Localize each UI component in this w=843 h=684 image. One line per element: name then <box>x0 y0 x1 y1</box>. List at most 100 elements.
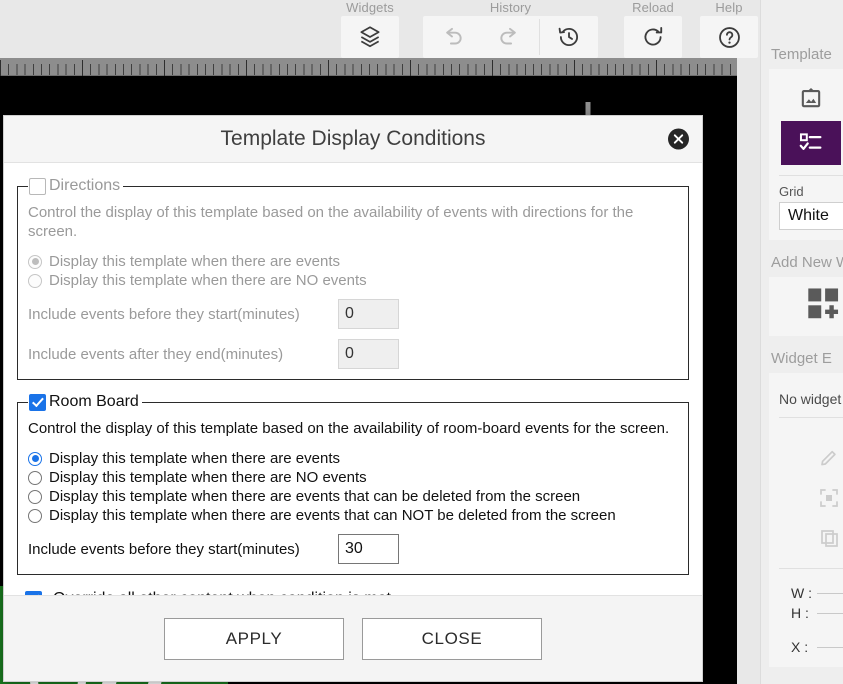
directions-radio-events-label: Display this template when there are eve… <box>49 253 340 270</box>
widget-section-title: Widget E <box>771 350 832 367</box>
apply-button[interactable]: APPLY <box>164 617 344 660</box>
toolbar-group-help-box <box>700 16 758 58</box>
reload-icon <box>644 26 663 46</box>
add-new-widget-title: Add New W <box>771 254 843 271</box>
widget-dimensions: W : H : X : <box>769 577 843 657</box>
room-board-radio-events-label: Display this template when there are eve… <box>49 450 340 467</box>
directions-after-input[interactable] <box>338 339 399 369</box>
dimension-row-x: X : <box>769 637 843 657</box>
dialog-title: Template Display Conditions <box>220 127 486 150</box>
room-board-before-field-row: Include events before they start(minutes… <box>28 534 678 564</box>
dimension-label-h: H : <box>791 605 809 621</box>
room-board-before-input[interactable] <box>338 534 399 564</box>
template-tile-checklist[interactable] <box>781 121 841 165</box>
dimension-row-w: W : <box>769 583 843 603</box>
directions-after-field-row: Include events after they end(minutes) <box>28 339 678 369</box>
undo-icon <box>446 27 462 45</box>
room-board-radio-not-deletable-control[interactable] <box>28 508 42 523</box>
room-board-radio-deletable-control[interactable] <box>28 489 42 504</box>
override-row: Override all other content when conditio… <box>17 588 689 595</box>
template-section-title: Template <box>771 46 832 63</box>
group-icon <box>820 489 838 507</box>
dialog-header: Template Display Conditions <box>4 116 702 163</box>
toolbar-group-reload: Reload <box>624 0 682 58</box>
directions-before-input[interactable] <box>338 299 399 329</box>
directions-after-label: Include events after they end(minutes) <box>28 345 284 363</box>
directions-radio-no-events-control[interactable] <box>28 273 42 288</box>
help-button[interactable] <box>700 16 758 58</box>
image-frame-icon <box>801 88 821 108</box>
template-card: Grid White <box>769 69 843 240</box>
template-card-divider <box>779 175 843 176</box>
toolbar-group-help: Help <box>700 0 758 58</box>
dimension-gap <box>769 623 843 637</box>
dimension-label-x: X : <box>791 639 809 655</box>
dimension-row-h: H : <box>769 603 843 623</box>
room-board-radio-no-events-label: Display this template when there are NO … <box>49 469 367 486</box>
widgets-button[interactable] <box>341 16 399 58</box>
dimension-label-w: W : <box>791 585 812 601</box>
directions-radio-events[interactable]: Display this template when there are eve… <box>28 253 678 270</box>
directions-radio-no-events[interactable]: Display this template when there are NO … <box>28 272 678 289</box>
room-board-legend: Room Board <box>28 393 142 411</box>
room-board-enable-checkbox[interactable] <box>29 393 46 411</box>
toolbar-group-history-caption: History <box>489 0 532 15</box>
room-board-radio-no-events[interactable]: Display this template when there are NO … <box>28 469 678 486</box>
pencil-icon <box>821 450 836 466</box>
checklist-icon <box>799 133 822 150</box>
toolbar-group-help-caption: Help <box>715 0 743 15</box>
room-board-radio-not-deletable[interactable]: Display this template when there are eve… <box>28 507 678 524</box>
redo-button[interactable] <box>481 16 539 58</box>
close-circle-icon <box>673 134 684 144</box>
dialog-footer: APPLY CLOSE <box>4 595 702 681</box>
history-clock-icon <box>558 27 579 47</box>
toolbar-group-reload-caption: Reload <box>632 0 674 15</box>
room-board-description: Control the display of this template bas… <box>28 420 670 437</box>
directions-before-label: Include events before they start(minutes… <box>28 305 300 323</box>
room-board-radio-events[interactable]: Display this template when there are eve… <box>28 450 678 467</box>
copy-icon <box>821 530 838 547</box>
room-board-section: Room Board Control the display of this t… <box>17 393 689 575</box>
room-board-radio-deletable[interactable]: Display this template when there are eve… <box>28 488 678 505</box>
room-board-radio-events-control[interactable] <box>28 451 42 466</box>
template-tile-image[interactable] <box>781 77 841 121</box>
toolbar-group-widgets: Widgets <box>341 0 399 58</box>
undo-button[interactable] <box>423 16 481 58</box>
grid-label: Grid <box>779 184 804 199</box>
toolbar-group-history-box <box>423 16 598 58</box>
dimension-input-x[interactable] <box>817 646 843 648</box>
add-widget-grid-icon <box>808 288 839 319</box>
edit-widget-button[interactable] <box>769 438 843 478</box>
redo-icon <box>500 27 516 45</box>
layers-icon <box>360 26 380 48</box>
grid-select[interactable]: White <box>779 202 843 230</box>
directions-enable-checkbox[interactable] <box>29 177 46 195</box>
dialog-close-button[interactable] <box>668 128 689 150</box>
no-widget-selected-text: No widget s <box>779 391 843 407</box>
app-root: Widgets History Reload Help Template Gri… <box>0 0 843 684</box>
history-button[interactable] <box>540 16 598 58</box>
room-board-legend-label: Room Board <box>49 393 139 410</box>
widget-card: No widget s <box>769 373 843 667</box>
directions-section: Directions Control the display of this t… <box>17 177 689 380</box>
add-widget-button[interactable] <box>807 287 843 326</box>
directions-legend-label: Directions <box>49 177 121 194</box>
dimension-input-h[interactable] <box>817 612 843 614</box>
directions-radio-events-control[interactable] <box>28 254 42 269</box>
help-question-icon <box>718 26 740 48</box>
close-button[interactable]: CLOSE <box>362 617 542 660</box>
right-sidebar: Template Grid White Add New W Widget E N… <box>760 0 843 684</box>
room-board-before-label: Include events before they start(minutes… <box>28 540 300 558</box>
directions-description: Control the display of this template bas… <box>28 204 634 240</box>
room-board-radio-no-events-control[interactable] <box>28 470 42 485</box>
toolbar-group-widgets-box <box>341 16 399 58</box>
template-display-conditions-dialog: Template Display Conditions Directions C… <box>3 115 703 682</box>
directions-before-field-row: Include events before they start(minutes… <box>28 299 678 329</box>
reload-button[interactable] <box>624 16 682 58</box>
dimension-input-w[interactable] <box>817 592 843 594</box>
horizontal-ruler[interactable] <box>0 58 737 76</box>
copy-widget-button[interactable] <box>769 518 843 558</box>
toolbar-group-history: History <box>423 0 598 58</box>
widget-card-divider-bottom <box>779 568 843 569</box>
group-widget-button[interactable] <box>769 478 843 518</box>
